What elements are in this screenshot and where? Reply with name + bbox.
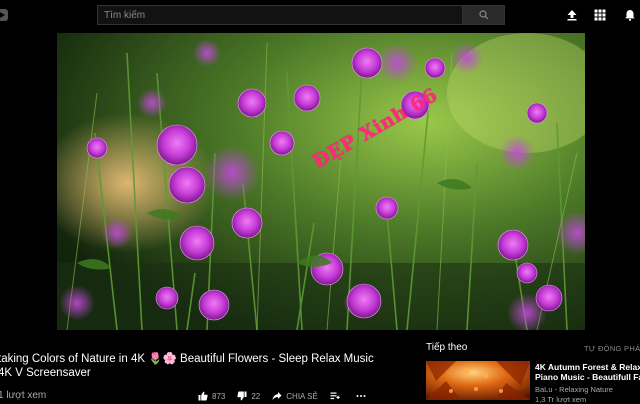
search-bar: [97, 5, 505, 25]
like-count: 873: [212, 391, 226, 401]
search-button[interactable]: [463, 5, 505, 25]
youtube-logo-icon[interactable]: [0, 9, 8, 21]
masthead: [0, 0, 640, 30]
notifications-bell-icon: [625, 10, 635, 21]
upload-button[interactable]: [564, 7, 580, 23]
recommendation-thumbnail[interactable]: [426, 361, 530, 400]
autoplay-label: TỰ ĐỘNG PHÁT: [584, 344, 640, 353]
search-input[interactable]: [97, 5, 463, 25]
apps-grid-icon: [594, 9, 606, 21]
share-label: CHIA SẺ: [286, 391, 318, 401]
recommendation-title[interactable]: 4K Autumn Forest & Relaxing Piano Music …: [535, 362, 640, 382]
search-icon: [478, 10, 488, 20]
notifications-button[interactable]: [622, 7, 638, 23]
recommendation-title-line-1: 4K Autumn Forest & Relaxing: [535, 362, 640, 372]
upload-icon: [567, 10, 577, 21]
video-frame-flowers: [57, 33, 585, 330]
dislike-count: 22: [251, 391, 261, 401]
video-player[interactable]: ĐẸP Xinh 66: [57, 33, 585, 330]
apps-button[interactable]: [592, 7, 608, 23]
view-count: 1 lượt xem: [0, 390, 47, 401]
recommendation-title-line-2: Piano Music - Beautifull Fall: [535, 372, 640, 382]
up-next-label: Tiếp theo: [426, 342, 468, 353]
video-actions: 873 22 CHIA SẺ: [198, 390, 382, 402]
video-title: taking Colors of Nature in 4K 🌷🌸 Beautif…: [0, 353, 374, 379]
recommendation-channel[interactable]: BaLu - Relaxing Nature: [535, 385, 613, 394]
autumn-forest-thumbnail-image: [426, 361, 530, 400]
